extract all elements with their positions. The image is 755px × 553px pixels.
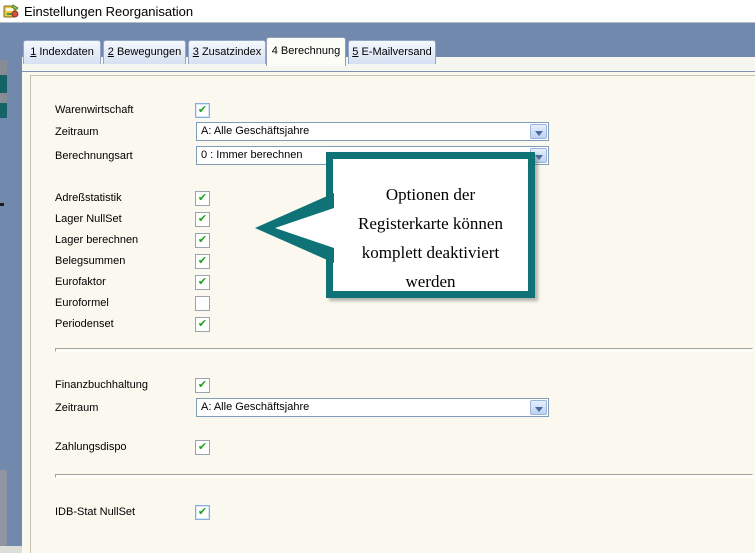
- window-left-margin: [7, 57, 22, 546]
- desktop-edge-fragment: [0, 75, 7, 93]
- check-icon: ✔: [196, 234, 209, 247]
- chevron-down-icon: [535, 155, 543, 160]
- chevron-down-icon: [535, 131, 543, 136]
- check-icon: ✔: [196, 104, 209, 117]
- finanzbuchhaltung-checkbox[interactable]: ✔: [195, 378, 210, 393]
- adressstatistik-checkbox[interactable]: ✔: [195, 191, 210, 206]
- section-divider: [55, 474, 753, 478]
- annotation-line: Registerkarte können: [333, 209, 528, 238]
- check-icon: ✔: [196, 255, 209, 268]
- zeitraum-wawi-dropdown[interactable]: A: Alle Geschäftsjahre: [196, 122, 549, 141]
- zeitraum-wawi-label: Zeitraum: [55, 126, 98, 138]
- section-divider: [55, 348, 753, 352]
- warenwirtschaft-checkbox[interactable]: ✔: [195, 103, 210, 118]
- option-label: Periodenset: [55, 318, 114, 330]
- chevron-down-icon: [535, 407, 543, 412]
- annotation-text: Optionen der Registerkarte können komple…: [333, 180, 528, 296]
- dropdown-value: 0 : Immer berechnen: [201, 149, 303, 161]
- tab-indexdaten[interactable]: 1 Indexdaten: [23, 40, 101, 64]
- tab-mnemonic: 1: [30, 46, 36, 58]
- idb-stat-checkbox[interactable]: ✔: [195, 505, 210, 520]
- zahlungsdispo-label: Zahlungsdispo: [55, 441, 127, 453]
- annotation-line: Optionen der: [333, 180, 528, 209]
- check-icon: ✔: [196, 192, 209, 205]
- tab-label: Zusatzindex: [202, 46, 261, 58]
- app-icon: [3, 3, 19, 19]
- desktop-edge-fragment: [0, 203, 4, 206]
- dropdown-button[interactable]: [530, 124, 547, 139]
- tab-bewegungen[interactable]: 2 Bewegungen: [103, 40, 186, 64]
- annotation-line: komplett deaktiviert: [333, 238, 528, 267]
- check-icon: ✔: [196, 213, 209, 226]
- annotation-arrow-icon: [253, 189, 334, 267]
- dropdown-value: A: Alle Geschäftsjahre: [201, 125, 309, 137]
- lager-nullset-checkbox[interactable]: ✔: [195, 212, 210, 227]
- zeitraum-fibu-label: Zeitraum: [55, 402, 98, 414]
- option-label: Lager NullSet: [55, 213, 122, 225]
- belegsummen-checkbox[interactable]: ✔: [195, 254, 210, 269]
- desktop-edge-fragment: [0, 470, 7, 546]
- check-icon: ✔: [196, 318, 209, 331]
- title-bar: Einstellungen Reorganisation: [0, 0, 755, 23]
- zeitraum-fibu-dropdown[interactable]: A: Alle Geschäftsjahre: [196, 398, 549, 417]
- check-icon: ✔: [196, 379, 209, 392]
- tab-mnemonic: 4: [272, 45, 278, 57]
- desktop-edge-fragment: [0, 103, 7, 118]
- option-label: Adreßstatistik: [55, 192, 122, 204]
- check-icon: ✔: [196, 441, 209, 454]
- tab-zusatzindex[interactable]: 3 Zusatzindex: [188, 40, 266, 64]
- window-bottom-edge: [0, 546, 22, 553]
- annotation-callout: Optionen der Registerkarte können komple…: [326, 152, 535, 298]
- annotation-line: werden: [333, 267, 528, 296]
- option-label: Belegsummen: [55, 255, 125, 267]
- settings-window: Einstellungen Reorganisation 1 Indexdate…: [0, 0, 755, 553]
- tab-emailversand[interactable]: 5 E-Mailversand: [348, 40, 436, 64]
- desktop-edge-fragment: [0, 60, 7, 75]
- lager-berechnen-checkbox[interactable]: ✔: [195, 233, 210, 248]
- periodenset-checkbox[interactable]: ✔: [195, 317, 210, 332]
- tab-mnemonic: 2: [108, 46, 114, 58]
- tab-mnemonic: 3: [193, 46, 199, 58]
- option-label: Euroformel: [55, 297, 109, 309]
- option-label: Lager berechnen: [55, 234, 138, 246]
- desktop-edge: [0, 23, 7, 553]
- check-icon: ✔: [196, 276, 209, 289]
- tab-mnemonic: 5: [352, 46, 358, 58]
- option-label: Eurofaktor: [55, 276, 106, 288]
- berechnungsart-label: Berechnungsart: [55, 150, 133, 162]
- eurofaktor-checkbox[interactable]: ✔: [195, 275, 210, 290]
- finanzbuchhaltung-label: Finanzbuchhaltung: [55, 379, 148, 391]
- desktop-edge-fragment: [0, 93, 7, 103]
- tab-label: E-Mailversand: [361, 46, 431, 58]
- window-title: Einstellungen Reorganisation: [24, 4, 193, 19]
- idb-stat-label: IDB-Stat NullSet: [55, 506, 135, 518]
- dropdown-button[interactable]: [530, 400, 547, 415]
- dropdown-value: A: Alle Geschäftsjahre: [201, 401, 309, 413]
- zahlungsdispo-checkbox[interactable]: ✔: [195, 440, 210, 455]
- tab-label: Berechnung: [281, 45, 340, 57]
- euroformel-checkbox[interactable]: [195, 296, 210, 311]
- tab-berechnung[interactable]: 4 Berechnung: [266, 37, 346, 66]
- check-icon: ✔: [196, 506, 209, 519]
- warenwirtschaft-label: Warenwirtschaft: [55, 104, 133, 116]
- tab-label: Bewegungen: [117, 46, 181, 58]
- tab-label: Indexdaten: [39, 46, 93, 58]
